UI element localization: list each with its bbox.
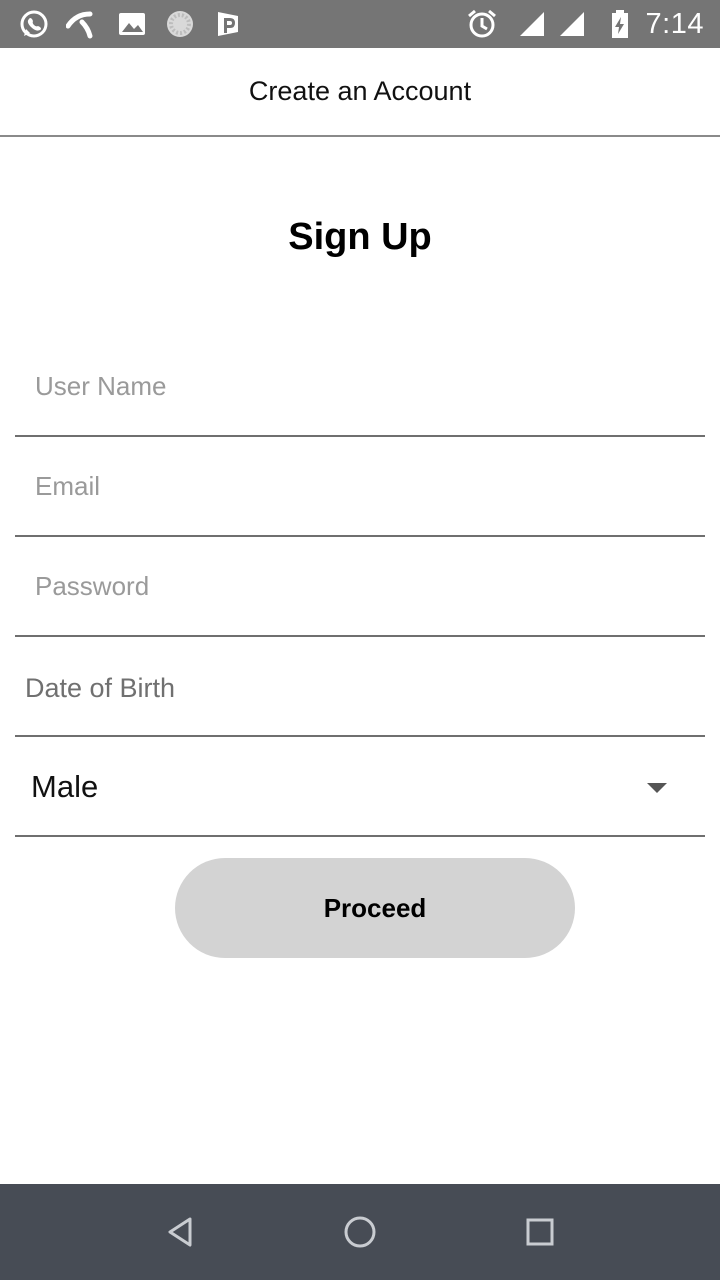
app-header: Create an Account xyxy=(0,48,720,137)
dropdown-arrow-icon xyxy=(647,783,667,793)
signal-icon xyxy=(520,12,544,36)
proceed-button[interactable]: Proceed xyxy=(175,858,575,958)
whatsapp-icon xyxy=(20,10,48,38)
email-row xyxy=(15,437,705,537)
header-title: Create an Account xyxy=(248,76,472,106)
recents-icon[interactable] xyxy=(520,1212,560,1252)
gender-dropdown[interactable]: Male xyxy=(15,737,705,837)
username-row xyxy=(15,337,705,437)
date-of-birth-field[interactable]: Date of Birth xyxy=(15,637,705,737)
home-icon[interactable] xyxy=(340,1212,380,1252)
status-time: 7:14 xyxy=(645,8,704,40)
telenor-icon xyxy=(66,11,93,39)
password-input[interactable] xyxy=(15,537,705,635)
gallery-icon xyxy=(119,13,145,35)
page-title: Sign Up xyxy=(288,216,432,258)
alarm-icon xyxy=(468,9,496,38)
navigation-bar xyxy=(0,1184,720,1280)
date-of-birth-label: Date of Birth xyxy=(25,673,176,703)
loading-icon xyxy=(167,11,193,37)
screen: 7:14 Create an Account Sign Up Date of B… xyxy=(0,0,720,1280)
back-icon[interactable] xyxy=(160,1212,200,1252)
status-bar: 7:14 xyxy=(0,0,720,48)
battery-charging-icon xyxy=(612,10,628,38)
signal-icon xyxy=(560,12,584,36)
gender-selected-value: Male xyxy=(31,769,99,804)
email-input[interactable] xyxy=(15,437,705,535)
parking-app-icon xyxy=(218,12,238,36)
username-input[interactable] xyxy=(15,337,705,435)
password-row xyxy=(15,537,705,637)
